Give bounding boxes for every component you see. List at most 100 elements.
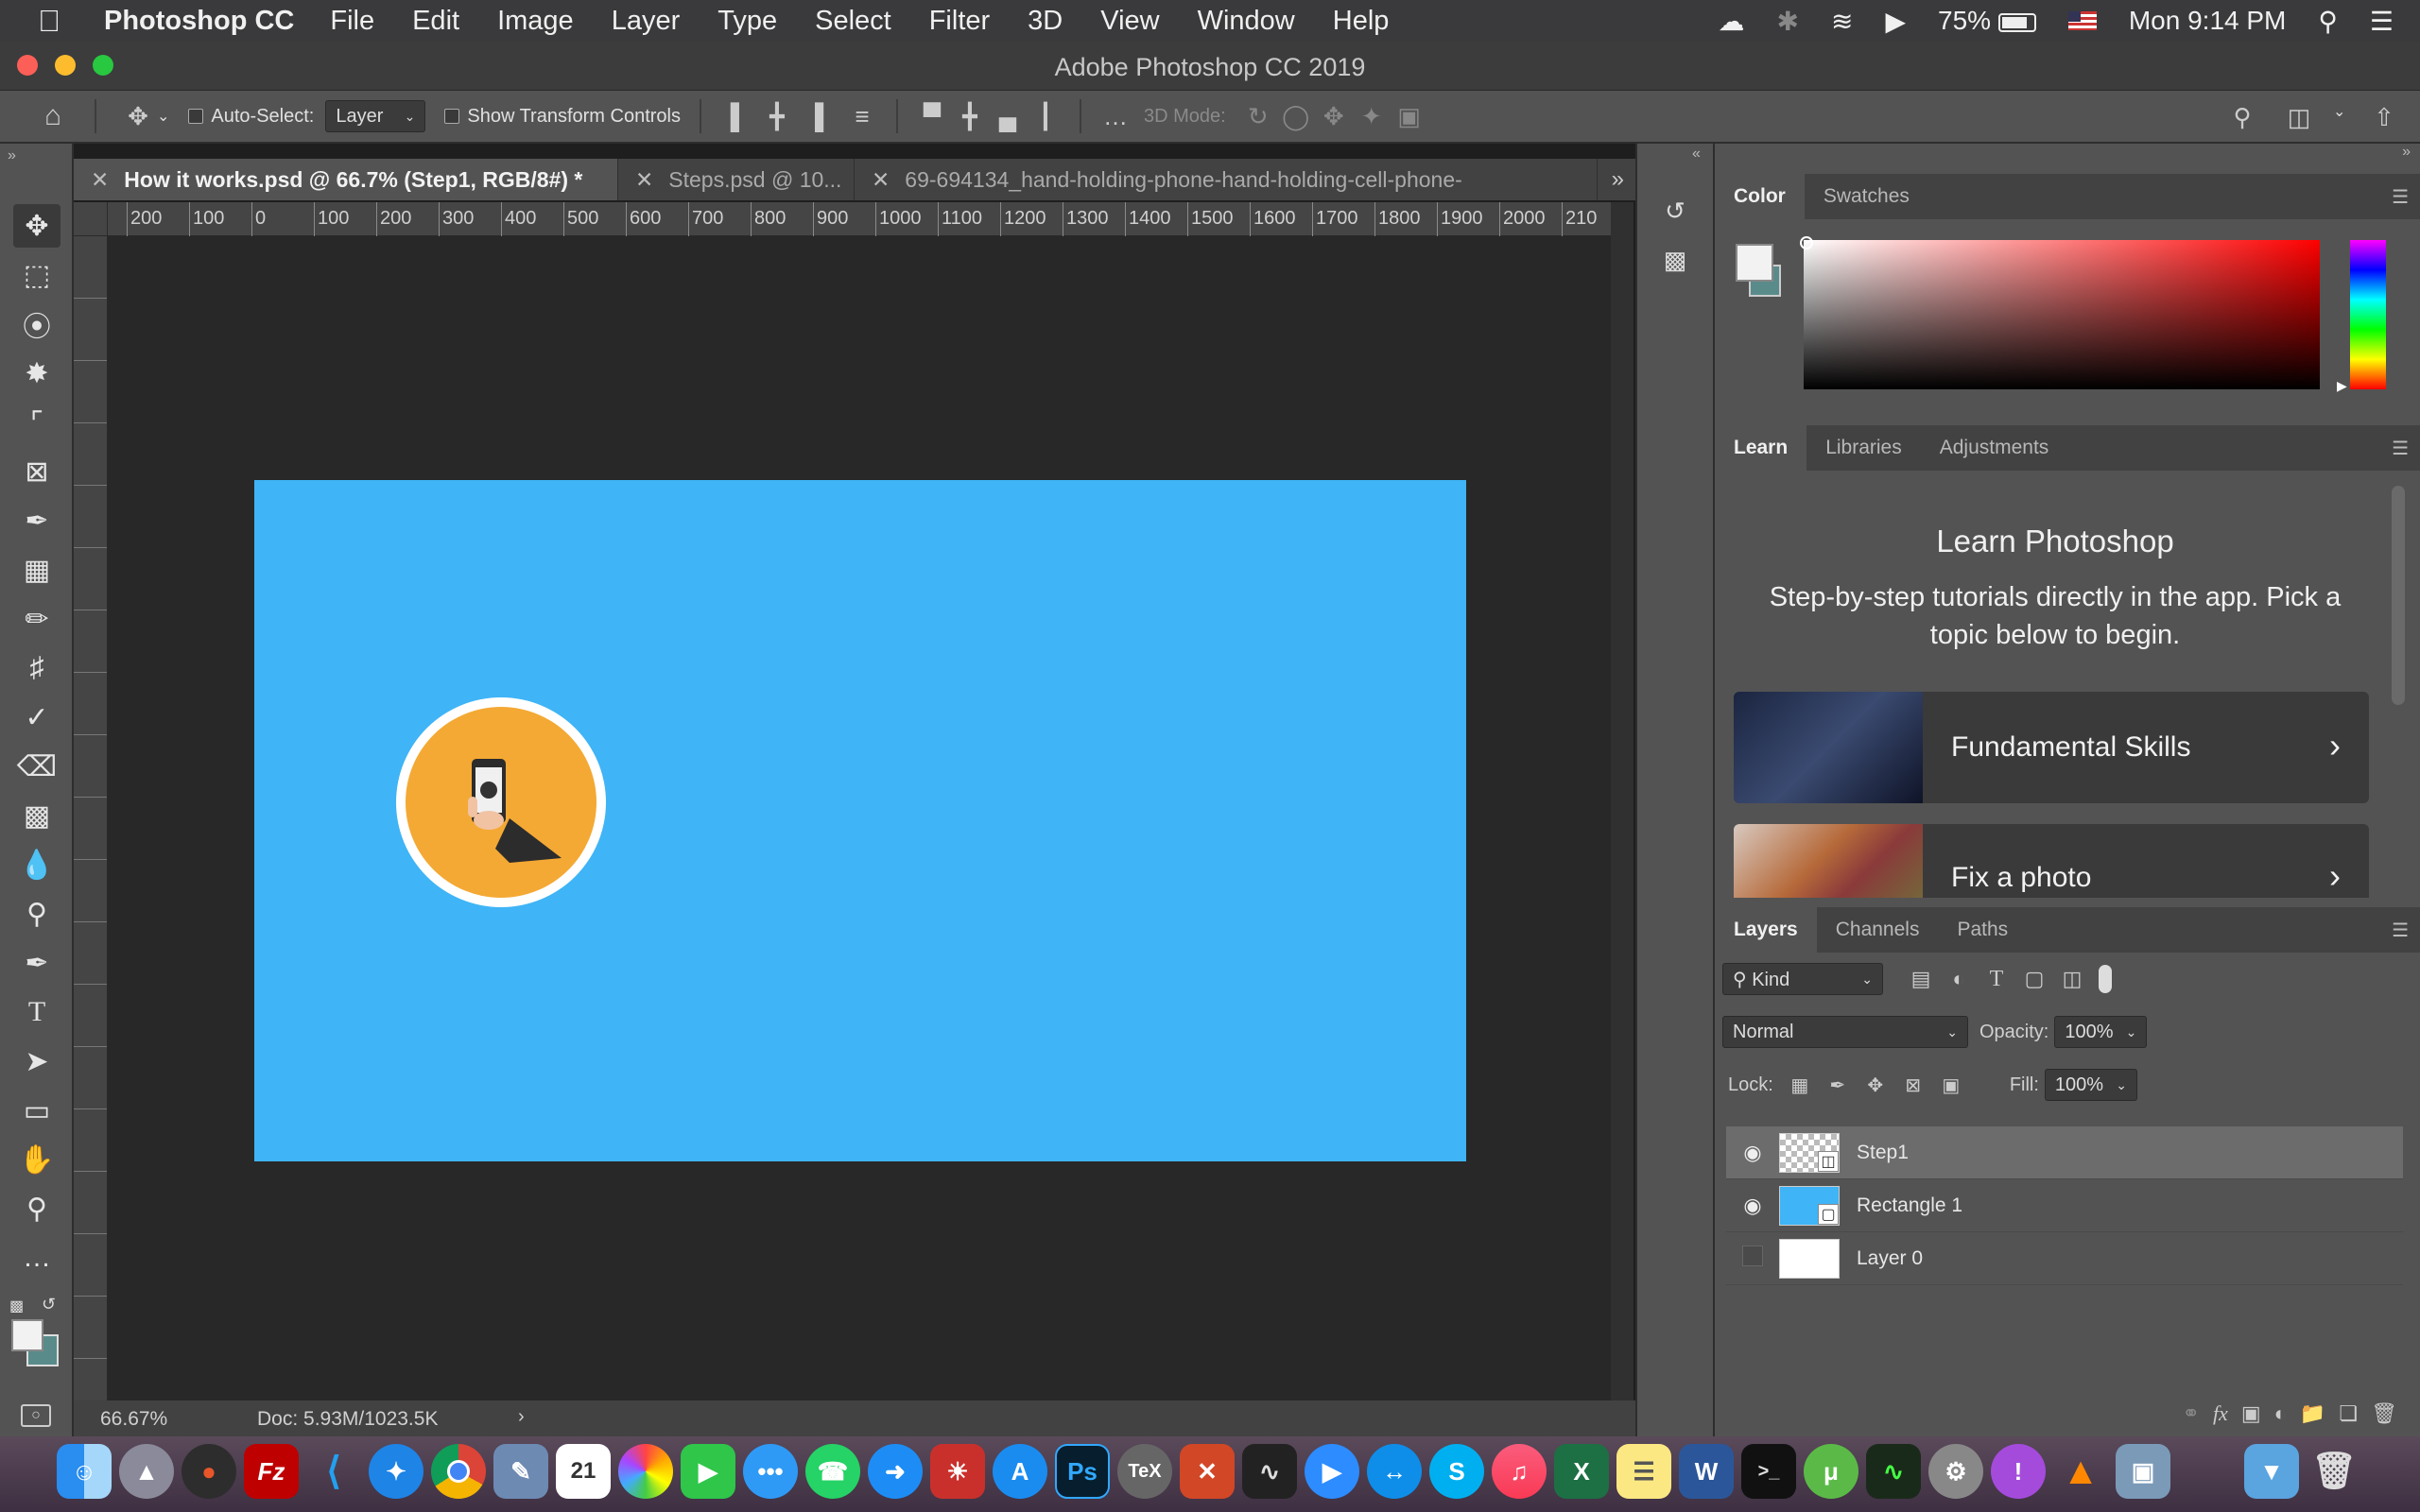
layer-row-rectangle1[interactable]: ◉ ▢ Rectangle 1 (1726, 1179, 2403, 1232)
terminal-icon[interactable]: >_ (1741, 1444, 1796, 1499)
eraser-tool[interactable]: ⌫ (13, 745, 60, 788)
frame-tool[interactable]: ⊠ (13, 450, 60, 493)
more-tabs-icon[interactable]: » (1612, 166, 1624, 193)
notification-center-icon[interactable]: ☰ (2370, 6, 2394, 37)
canvas-area[interactable] (108, 236, 1611, 1400)
filezilla-icon[interactable]: Fz (244, 1444, 299, 1499)
menu-image[interactable]: Image (497, 6, 574, 37)
learn-card-fix-a-photo[interactable]: Fix a photo › (1734, 824, 2369, 898)
hand-tool[interactable]: ✋ (13, 1138, 60, 1181)
learn-scrollbar[interactable] (2392, 486, 2405, 705)
spotlight-search-icon[interactable]: ⚲ (2318, 6, 2338, 37)
menu-select[interactable]: Select (815, 6, 891, 37)
collapse-icons-icon[interactable]: « (1692, 146, 1701, 163)
utorrent-icon[interactable]: μ (1804, 1444, 1858, 1499)
auto-select-dropdown[interactable]: Layer ⌄ (325, 100, 426, 132)
clock[interactable]: Mon 9:14 PM (2129, 6, 2287, 36)
filter-adjustment-icon[interactable]: ◐ (1940, 960, 1978, 998)
3d-scale-icon[interactable]: ▣ (1391, 97, 1428, 135)
menu-file[interactable]: File (330, 6, 374, 37)
photoshop-dock-icon[interactable]: Ps (1055, 1444, 1110, 1499)
fill-field[interactable]: 100% ⌄ (2044, 1069, 2137, 1101)
whatsapp-icon[interactable]: ☎ (805, 1444, 860, 1499)
hue-slider-handle[interactable]: ▶ (2337, 378, 2347, 394)
tab-layers[interactable]: Layers (1715, 907, 1817, 953)
layer-kind-filter[interactable]: ⚲ Kind ⌄ (1722, 963, 1883, 995)
app-menu[interactable]: Photoshop CC (104, 6, 294, 37)
filter-smart-object-icon[interactable]: ◫ (2053, 960, 2091, 998)
align-bottom-icon[interactable]: ▄ (989, 97, 1027, 135)
search-icon[interactable]: ⚲ (2223, 98, 2261, 136)
foreground-color-swatch[interactable] (11, 1319, 43, 1351)
filter-pixel-icon[interactable]: ▤ (1902, 960, 1940, 998)
new-layer-icon[interactable]: ❏ (2339, 1401, 2358, 1426)
add-mask-icon[interactable]: ▣ (2241, 1401, 2261, 1426)
feedback-app-icon[interactable]: ! (1991, 1444, 2046, 1499)
marquee-tool[interactable]: ⬚ (13, 253, 60, 297)
flag-icon[interactable] (2067, 11, 2097, 30)
gradient-tool[interactable]: ▩ (13, 794, 60, 837)
notes-icon[interactable]: ☰ (1616, 1444, 1671, 1499)
excel-icon[interactable]: X (1554, 1444, 1609, 1499)
doc-size[interactable]: Doc: 5.93M/1023.5K (257, 1408, 438, 1431)
messenger-icon[interactable]: ➜ (868, 1444, 923, 1499)
word-icon[interactable]: W (1679, 1444, 1734, 1499)
tool-preset-chevron-icon[interactable]: ⌄ (157, 107, 169, 126)
tab-libraries[interactable]: Libraries (1806, 425, 1921, 471)
more-options-icon[interactable]: … (1097, 97, 1134, 135)
skype-icon[interactable]: S (1429, 1444, 1484, 1499)
launchpad-icon[interactable]: ▲ (119, 1444, 174, 1499)
rectangle-tool[interactable]: ▭ (13, 1089, 60, 1132)
type-tool[interactable]: T (13, 990, 60, 1034)
align-center-icon[interactable]: ╋ (758, 97, 796, 135)
system-preferences-icon[interactable]: ⚙ (1928, 1444, 1983, 1499)
distribute-icon[interactable]: ≡ (843, 97, 881, 135)
brush-tool[interactable]: ✏ (13, 597, 60, 641)
move-tool[interactable]: ✥ (13, 204, 60, 248)
align-middle-icon[interactable]: ╋ (951, 97, 989, 135)
step1-badge[interactable] (396, 697, 606, 907)
layer-row-step1[interactable]: ◉ ◫ Step1 (1726, 1126, 2403, 1179)
color-field[interactable] (1800, 236, 2320, 389)
layer-row-layer0[interactable]: Layer 0 (1726, 1232, 2403, 1285)
pen-tool[interactable]: ✒ (13, 941, 60, 985)
tab-how-it-works[interactable]: ✕ How it works.psd @ 66.7% (Step1, RGB/8… (74, 159, 618, 200)
canvas-scrollbar[interactable] (1611, 202, 1634, 1400)
close-tab-icon[interactable]: ✕ (91, 167, 109, 193)
menu-type[interactable]: Type (717, 6, 777, 37)
swap-colors-icon[interactable]: ↺ (42, 1295, 56, 1314)
color-panel-fg-swatch[interactable] (1736, 244, 1773, 282)
lock-position-icon[interactable]: ✥ (1857, 1066, 1894, 1104)
firefox-like-app-icon[interactable]: ● (182, 1444, 236, 1499)
photos-icon[interactable] (618, 1444, 673, 1499)
tab-color[interactable]: Color (1715, 174, 1805, 219)
show-transform-checkbox[interactable] (444, 109, 460, 124)
eyedropper-tool[interactable]: ✒ (13, 499, 60, 542)
lock-artboard-icon[interactable]: ⊠ (1894, 1066, 1932, 1104)
healing-brush-tool[interactable]: ▦ (13, 548, 60, 592)
close-tab-icon[interactable]: ✕ (872, 167, 890, 193)
apple-menu-icon[interactable]:  (38, 4, 70, 39)
panel-menu-icon[interactable]: ☰ (2392, 437, 2409, 460)
menu-layer[interactable]: Layer (612, 6, 681, 37)
tab-adjustments[interactable]: Adjustments (1921, 425, 2068, 471)
zoom-app-icon[interactable]: ▶ (1305, 1444, 1359, 1499)
default-colors-icon[interactable]: ▩ (9, 1297, 24, 1315)
home-icon[interactable]: ⌂ (34, 97, 72, 135)
menu-edit[interactable]: Edit (412, 6, 459, 37)
align-right-icon[interactable]: ▐ (796, 97, 834, 135)
share-icon[interactable]: ⇧ (2365, 98, 2403, 136)
3d-panel-icon[interactable]: ▩ (1656, 246, 1694, 284)
visibility-eye-icon[interactable]: ◉ (1726, 1194, 1779, 1218)
collapse-toolbar-icon[interactable]: » (8, 147, 16, 164)
lock-pixels-icon[interactable]: ✒ (1819, 1066, 1857, 1104)
3d-orbit-icon[interactable]: ↻ (1239, 97, 1277, 135)
new-adjustment-layer-icon[interactable]: ◐ (2274, 1401, 2287, 1426)
filter-type-icon[interactable]: T (1978, 960, 2015, 998)
vscode-icon[interactable]: ⟨ (306, 1444, 361, 1499)
vlc-icon[interactable]: ▲ (2053, 1444, 2108, 1499)
downloads-folder-icon[interactable]: ▼ (2244, 1444, 2299, 1499)
tab-learn[interactable]: Learn (1715, 425, 1807, 471)
history-brush-tool[interactable]: ✓ (13, 696, 60, 739)
menu-3d[interactable]: 3D (1028, 6, 1063, 37)
